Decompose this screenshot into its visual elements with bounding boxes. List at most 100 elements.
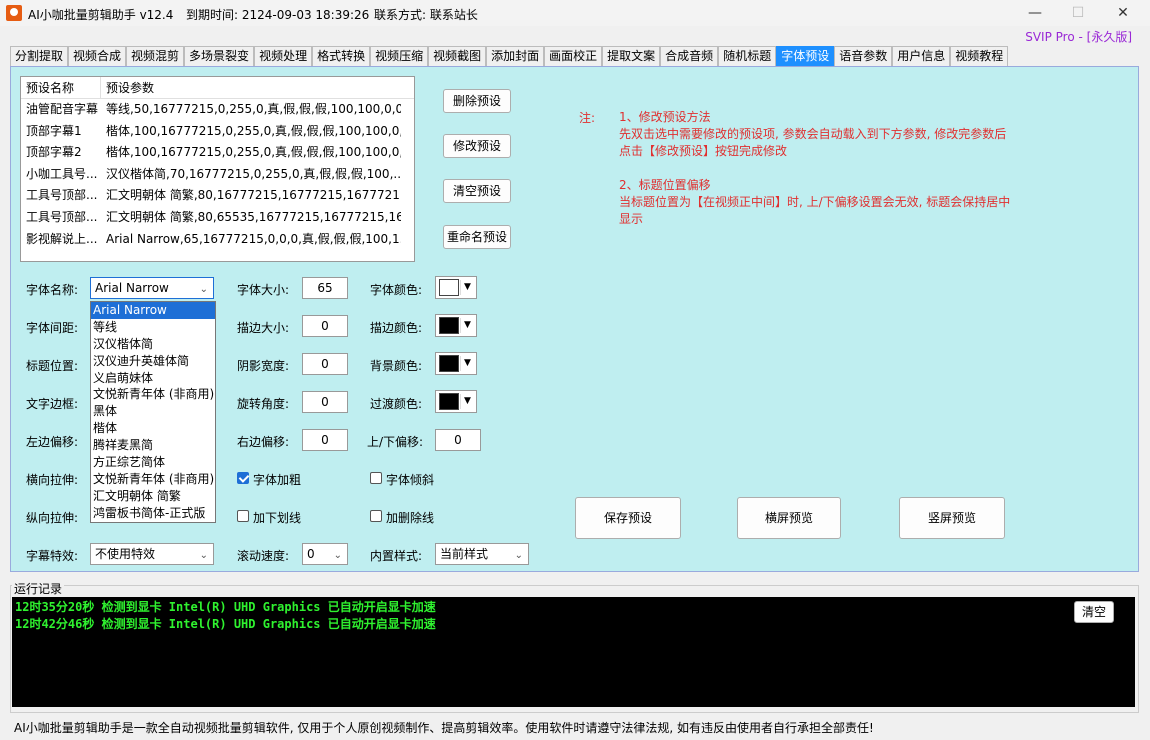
right-offset-input[interactable]: 0	[302, 429, 348, 451]
chevron-down-icon: ⌄	[333, 550, 342, 561]
font-option[interactable]: 文悦新青年体 (非商用)	[91, 471, 215, 488]
tab-video-process[interactable]: 视频处理	[254, 46, 313, 67]
preset-params: 楷体,100,16777215,0,255,0,真,假,假,假,100,100,…	[106, 123, 401, 138]
log-line: 12时42分46秒 检测到显卡 Intel(R) UHD Graphics 已自…	[15, 617, 436, 631]
preset-params: 等线,50,16777215,0,255,0,真,假,假,假,100,100,0…	[106, 102, 401, 116]
scroll-speed-select[interactable]: 0 ⌄	[302, 543, 348, 565]
rotate-input[interactable]: 0	[302, 391, 348, 413]
tab-video-mix[interactable]: 视频混剪	[126, 46, 185, 67]
tab-add-cover[interactable]: 添加封面	[486, 46, 545, 67]
font-preset-panel: 预设名称 预设参数 油管配音字幕 等线,50,16777215,0,255,0,真…	[10, 66, 1139, 572]
contact-text: 联系方式: 联系站长	[374, 8, 478, 22]
underline-checkbox[interactable]	[237, 510, 249, 522]
col-preset-name[interactable]: 预设名称	[21, 77, 101, 98]
text-border-label: 文字边框:	[26, 397, 79, 411]
log-output[interactable]: 12时35分20秒 检测到显卡 Intel(R) UHD Graphics 已自…	[12, 597, 1135, 707]
underline-label: 加下划线	[253, 511, 302, 525]
chevron-down-icon: ▼	[460, 280, 474, 295]
tab-random-title[interactable]: 随机标题	[718, 46, 777, 67]
font-option[interactable]: 方正综艺简体	[91, 454, 215, 471]
font-option[interactable]: 文悦新青年体 (非商用)	[91, 386, 215, 403]
font-size-label: 字体大小:	[237, 283, 290, 297]
font-option[interactable]: 等线	[91, 319, 215, 336]
save-preset-button[interactable]: 保存预设	[575, 497, 681, 539]
outline-color-picker[interactable]: ▼	[435, 314, 477, 337]
tab-split-extract[interactable]: 分割提取	[10, 46, 69, 67]
preset-name: 影视解说上...	[26, 231, 98, 246]
tab-extract-text[interactable]: 提取文案	[602, 46, 661, 67]
font-name-select[interactable]: Arial Narrow ⌄	[90, 277, 214, 299]
tab-video-screenshot[interactable]: 视频截图	[428, 46, 487, 67]
preset-row[interactable]: 工具号顶部... 汇文明朝体 简繁,80,65535,16777215,16777…	[21, 207, 414, 229]
updown-offset-label: 上/下偏移:	[367, 435, 424, 449]
font-option[interactable]: 汉仪楷体简	[91, 336, 215, 353]
outline-size-input[interactable]: 0	[302, 315, 348, 337]
font-spacing-label: 字体间距:	[26, 321, 79, 335]
close-icon[interactable]: ✕	[1100, 0, 1146, 26]
tab-user-info[interactable]: 用户信息	[892, 46, 951, 67]
right-offset-label: 右边偏移:	[237, 435, 290, 449]
font-dropdown-list[interactable]: Arial Narrow 等线 汉仪楷体简 汉仪迪升英雄体简 义启萌妹体 文悦新…	[90, 301, 216, 523]
font-option[interactable]: 黑体	[91, 403, 215, 420]
effect-value: 不使用特效	[95, 547, 156, 561]
updown-offset-input[interactable]: 0	[435, 429, 481, 451]
preset-row[interactable]: 顶部字幕1 楷体,100,16777215,0,255,0,真,假,假,假,100…	[21, 121, 414, 143]
preset-row[interactable]: 顶部字幕2 楷体,100,16777215,0,255,0,真,假,假,假,100…	[21, 142, 414, 164]
scroll-speed-label: 滚动速度:	[237, 549, 290, 563]
font-option[interactable]: 楷体	[91, 420, 215, 437]
preset-row[interactable]: 影视解说上... Arial Narrow,65,16777215,0,0,0,真…	[21, 229, 414, 251]
rename-preset-button[interactable]: 重命名预设	[443, 225, 511, 249]
maximize-icon[interactable]: ☐	[1055, 0, 1101, 26]
shadow-width-input[interactable]: 0	[302, 353, 348, 375]
portrait-preview-button[interactable]: 竖屏预览	[899, 497, 1005, 539]
builtin-style-select[interactable]: 当前样式 ⌄	[435, 543, 529, 565]
tab-frame-correct[interactable]: 画面校正	[544, 46, 603, 67]
bg-color-picker[interactable]: ▼	[435, 352, 477, 375]
chevron-down-icon: ▼	[460, 394, 474, 409]
preset-row[interactable]: 小咖工具号... 汉仪楷体简,70,16777215,0,255,0,真,假,假,…	[21, 164, 414, 186]
font-option[interactable]: 鸿雷板书简体-正式版	[91, 505, 215, 522]
font-size-input[interactable]: 65	[302, 277, 348, 299]
rotate-label: 旋转角度:	[237, 397, 290, 411]
tab-format-convert[interactable]: 格式转换	[312, 46, 371, 67]
clear-log-button[interactable]: 清空	[1074, 601, 1114, 623]
minimize-icon[interactable]: —	[1012, 0, 1058, 26]
font-option[interactable]: Arial Narrow	[91, 302, 215, 319]
tab-font-preset[interactable]: 字体预设	[776, 46, 835, 67]
font-option[interactable]: 腾祥麦黑简	[91, 437, 215, 454]
shadow-width-label: 阴影宽度:	[237, 359, 290, 373]
chevron-down-icon: ▼	[460, 318, 474, 333]
preset-name: 油管配音字幕	[26, 102, 99, 116]
tab-voice-params[interactable]: 语音参数	[834, 46, 893, 67]
preset-name: 工具号顶部...	[26, 188, 98, 203]
transition-color-picker[interactable]: ▼	[435, 390, 477, 413]
strike-checkbox[interactable]	[370, 510, 382, 522]
modify-preset-button[interactable]: 修改预设	[443, 134, 511, 158]
tab-video-compose[interactable]: 视频合成	[68, 46, 127, 67]
expiry-text: 到期时间: 2124-09-03 18:39:26	[186, 8, 370, 22]
italic-checkbox[interactable]	[370, 472, 382, 484]
clear-preset-button[interactable]: 清空预设	[443, 179, 511, 203]
font-option[interactable]: 汉仪迪升英雄体简	[91, 353, 215, 370]
col-preset-params[interactable]: 预设参数	[101, 77, 154, 98]
preset-row[interactable]: 油管配音字幕 等线,50,16777215,0,255,0,真,假,假,假,100…	[21, 99, 414, 121]
bg-color-label: 背景颜色:	[370, 359, 423, 373]
tab-video-compress[interactable]: 视频压缩	[370, 46, 429, 67]
preset-row[interactable]: 工具号顶部... 汇文明朝体 简繁,80,16777215,16777215,16…	[21, 185, 414, 207]
landscape-preview-button[interactable]: 横屏预览	[737, 497, 841, 539]
font-option[interactable]: 义启萌妹体	[91, 370, 215, 387]
tab-multi-scene[interactable]: 多场景裂变	[184, 46, 255, 67]
tab-compose-audio[interactable]: 合成音频	[660, 46, 719, 67]
italic-label: 字体倾斜	[386, 473, 435, 487]
preset-list[interactable]: 预设名称 预设参数 油管配音字幕 等线,50,16777215,0,255,0,真…	[20, 76, 415, 262]
note-label: 注:	[579, 111, 596, 125]
preset-params: 汉仪楷体简,70,16777215,0,255,0,真,假,假,假,100,..…	[106, 166, 401, 181]
delete-preset-button[interactable]: 删除预设	[443, 89, 511, 113]
font-color-picker[interactable]: ▼	[435, 276, 477, 299]
bold-checkbox[interactable]	[237, 472, 249, 484]
log-title: 运行记录	[12, 580, 65, 597]
font-option[interactable]: 汇文明朝体 简繁	[91, 488, 215, 505]
tab-video-tutorial[interactable]: 视频教程	[950, 46, 1009, 67]
builtin-style-label: 内置样式:	[370, 549, 423, 563]
effect-select[interactable]: 不使用特效 ⌄	[90, 543, 214, 565]
